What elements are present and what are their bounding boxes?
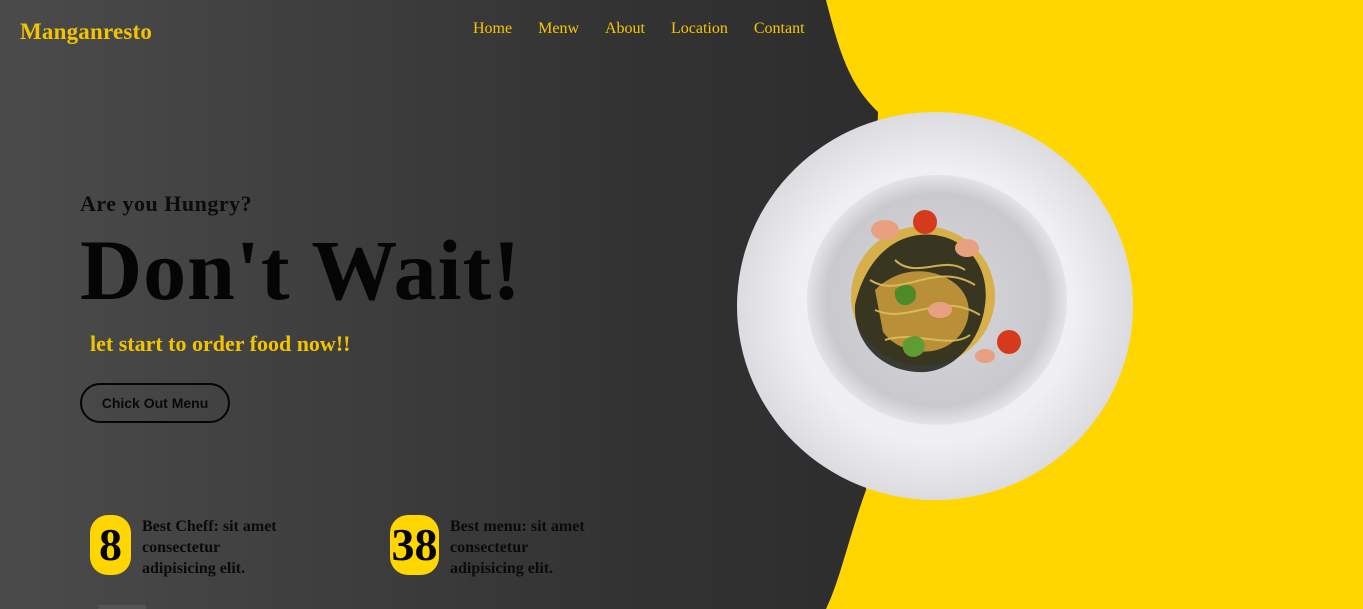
nav-contact[interactable]: Contant bbox=[754, 18, 805, 40]
nav-menu[interactable]: Menw bbox=[538, 18, 579, 40]
hero-headline: Don't Wait! bbox=[80, 222, 522, 318]
stat-number: 8 bbox=[90, 515, 131, 575]
stat-number: 38 bbox=[390, 515, 439, 575]
stat-chefs: 8 Best Cheff: sit amet consectetur adipi… bbox=[90, 515, 282, 579]
stat-text: Best Cheff: sit amet consectetur adipisi… bbox=[142, 518, 277, 577]
hero-subline: let start to order food now!! bbox=[90, 331, 351, 356]
hero-eyebrow: Are you Hungry? bbox=[80, 191, 253, 216]
scroll-indicator bbox=[98, 605, 146, 609]
pasta-plate-image bbox=[737, 112, 1133, 500]
nav-about[interactable]: About bbox=[605, 18, 645, 40]
check-out-menu-button[interactable]: Chick Out Menu bbox=[80, 383, 230, 423]
main-nav: Home Menw About Location Contant bbox=[473, 18, 805, 40]
nav-location[interactable]: Location bbox=[671, 18, 728, 40]
nav-home[interactable]: Home bbox=[473, 18, 512, 40]
stat-menu: 38 Best menu: sit amet consectetur adipi… bbox=[390, 515, 590, 579]
stat-text: Best menu: sit amet consectetur adipisic… bbox=[450, 518, 585, 577]
brand-logo[interactable]: Manganresto bbox=[20, 19, 152, 45]
